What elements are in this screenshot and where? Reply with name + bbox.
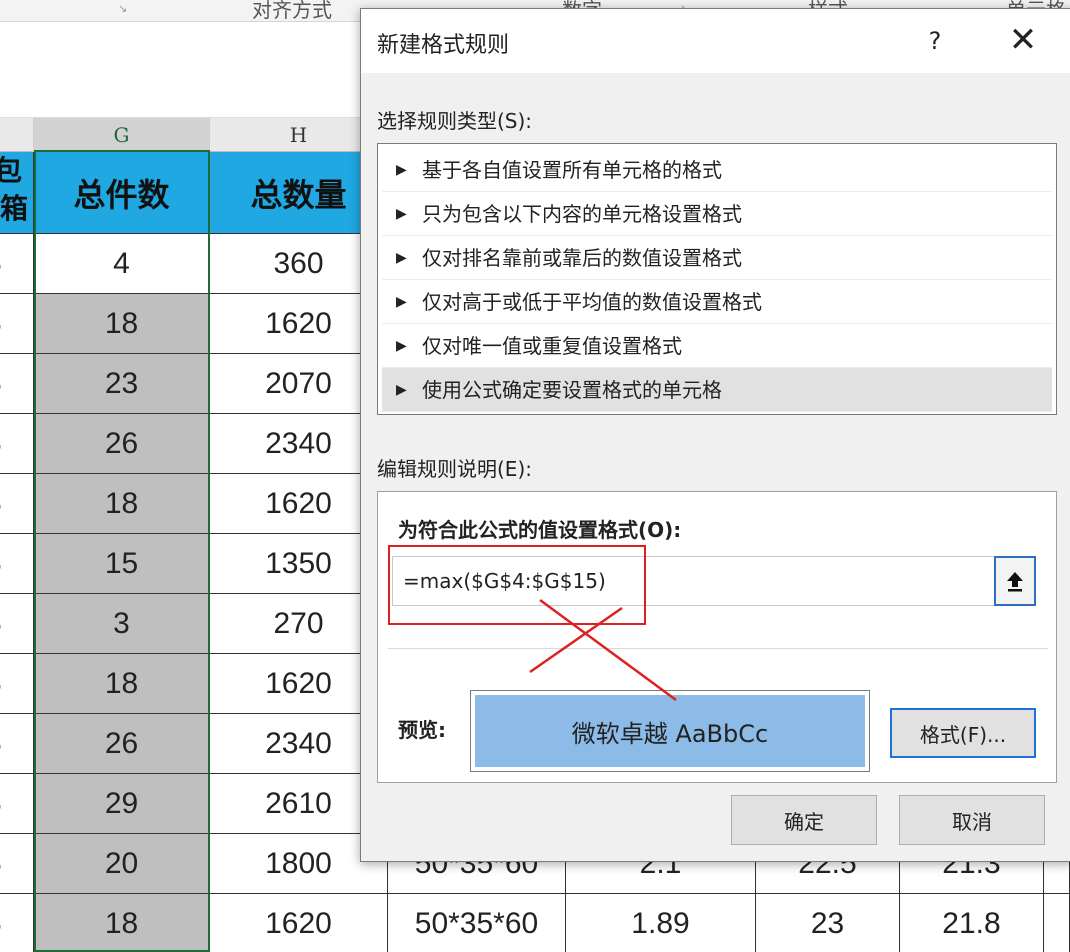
cell-fragment[interactable]: 5 — [0, 414, 34, 474]
cell-total-pieces[interactable]: 18 — [34, 654, 210, 714]
edit-rule-label: 编辑规则说明(E): — [377, 457, 532, 481]
cell-fragment[interactable]: 5 — [0, 834, 34, 894]
cell-partial[interactable] — [1044, 894, 1070, 952]
cell-fragment[interactable]: 5 — [0, 654, 34, 714]
header-cell-total-pieces[interactable]: 总件数 — [34, 152, 210, 234]
cell-total-pieces[interactable]: 3 — [34, 594, 210, 654]
triangle-right-icon: ▶ — [396, 250, 407, 266]
rule-type-label: 选择规则类型(S): — [377, 109, 533, 133]
cell-total-pieces[interactable]: 26 — [34, 414, 210, 474]
rule-type-item[interactable]: ▶ 仅对排名靠前或靠后的数值设置格式 — [382, 236, 1052, 280]
preview-label: 预览: — [398, 718, 446, 742]
cell-total-pieces[interactable]: 18 — [34, 474, 210, 534]
rule-type-label: 仅对高于或低于平均值的数值设置格式 — [422, 290, 762, 314]
cell-fragment[interactable]: 5 — [0, 594, 34, 654]
format-button[interactable]: 格式(F)... — [890, 708, 1036, 758]
cell-volume[interactable]: 1.89 — [566, 894, 756, 952]
column-header-g[interactable]: G — [34, 118, 210, 152]
help-button[interactable]: ? — [917, 23, 953, 59]
rule-type-label: 只为包含以下内容的单元格设置格式 — [422, 202, 742, 226]
cell-total-quantity[interactable]: 1620 — [210, 894, 388, 952]
close-button[interactable]: ✕ — [1001, 21, 1045, 61]
edit-rule-panel: 为符合此公式的值设置格式(O): =max($G$4:$G$15) 预览: 微软… — [377, 491, 1057, 783]
cell-total-pieces[interactable]: 15 — [34, 534, 210, 594]
cell-fragment[interactable]: 5 — [0, 354, 34, 414]
header-cell-fragment[interactable]: 包箱 — [0, 152, 34, 234]
collapse-dialog-button[interactable] — [994, 556, 1036, 606]
rule-type-item[interactable]: ▶ 只为包含以下内容的单元格设置格式 — [382, 192, 1052, 236]
cancel-button[interactable]: 取消 — [899, 795, 1045, 845]
cell-total-pieces[interactable]: 29 — [34, 774, 210, 834]
cell-total-pieces[interactable]: 18 — [34, 294, 210, 354]
cell-total-pieces[interactable]: 4 — [34, 234, 210, 294]
rule-type-item[interactable]: ▶ 使用公式确定要设置格式的单元格 — [382, 368, 1052, 412]
rule-type-label: 仅对排名靠前或靠后的数值设置格式 — [422, 246, 742, 270]
formula-input[interactable]: =max($G$4:$G$15) — [392, 556, 998, 606]
dialog-title: 新建格式规则 — [377, 33, 510, 58]
rule-type-item[interactable]: ▶ 仅对唯一值或重复值设置格式 — [382, 324, 1052, 368]
cell-fragment[interactable]: 5 — [0, 474, 34, 534]
cell-fragment[interactable]: 5 — [0, 294, 34, 354]
rule-type-label: 仅对唯一值或重复值设置格式 — [422, 334, 682, 358]
cell-net-weight[interactable]: 21.8 — [900, 894, 1044, 952]
triangle-right-icon: ▶ — [396, 382, 407, 398]
triangle-right-icon: ▶ — [396, 162, 407, 178]
cell-fragment[interactable]: 5 — [0, 234, 34, 294]
rule-type-label: 基于各自值设置所有单元格的格式 — [422, 158, 722, 182]
cell-total-pieces[interactable]: 20 — [34, 834, 210, 894]
cell-size[interactable]: 50*35*60 — [388, 894, 566, 952]
divider — [388, 648, 1048, 649]
rule-type-label: 使用公式确定要设置格式的单元格 — [422, 378, 722, 402]
preview-box: 微软卓越 AaBbCc — [470, 690, 870, 772]
cell-total-pieces[interactable]: 26 — [34, 714, 210, 774]
rule-type-list[interactable]: ▶ 基于各自值设置所有单元格的格式 ▶ 只为包含以下内容的单元格设置格式 ▶ 仅对排名靠前… — [377, 143, 1057, 415]
upload-arrow-icon — [1007, 572, 1023, 592]
triangle-right-icon: ▶ — [396, 294, 407, 310]
preview-sample: 微软卓越 AaBbCc — [475, 695, 865, 767]
column-header-f[interactable] — [0, 118, 34, 152]
cell-gross-weight[interactable]: 23 — [756, 894, 900, 952]
dialog-titlebar[interactable]: 新建格式规则 ? ✕ — [361, 9, 1070, 73]
formula-label: 为符合此公式的值设置格式(O): — [398, 518, 682, 542]
rule-type-item[interactable]: ▶ 仅对高于或低于平均值的数值设置格式 — [382, 280, 1052, 324]
new-format-rule-dialog: 新建格式规则 ? ✕ 选择规则类型(S): ▶ 基于各自值设置所有单元格的格式 ▶ 只… — [360, 8, 1070, 862]
triangle-right-icon: ▶ — [396, 338, 407, 354]
rule-type-item[interactable]: ▶ 基于各自值设置所有单元格的格式 — [382, 148, 1052, 192]
triangle-right-icon: ▶ — [396, 206, 407, 222]
ribbon-alignment-label: 对齐方式 — [252, 0, 332, 22]
ok-button[interactable]: 确定 — [731, 795, 877, 845]
cell-fragment[interactable]: 5 — [0, 534, 34, 594]
cell-fragment[interactable]: 5 — [0, 714, 34, 774]
cell-fragment[interactable]: 5 — [0, 894, 34, 952]
cell-fragment[interactable]: 5 — [0, 774, 34, 834]
cell-total-pieces[interactable]: 18 — [34, 894, 210, 952]
dialog-launcher-icon[interactable]: ↘ — [118, 2, 127, 15]
cell-total-pieces[interactable]: 23 — [34, 354, 210, 414]
